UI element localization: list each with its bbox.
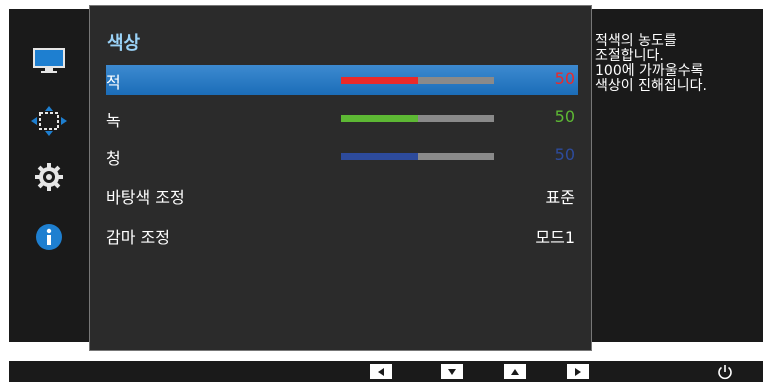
resize-icon[interactable] (31, 103, 67, 139)
gear-icon[interactable] (31, 159, 67, 195)
left-arrow-icon[interactable] (370, 364, 392, 379)
monitor-icon[interactable] (31, 43, 67, 79)
menu-item-gamma[interactable]: 감마 조정 모드1 (106, 220, 578, 250)
button-guide-bar (9, 361, 763, 382)
help-description: 적색의 농도를 조절합니다. 100에 가까울수록 색상이 진해집니다. (595, 34, 760, 94)
menu-item-value: 50 (554, 145, 575, 164)
power-icon[interactable] (715, 362, 735, 382)
description-line: 100에 가까울수록 (595, 63, 704, 79)
green-level-bar[interactable] (341, 115, 494, 122)
description-line: 적색의 농도를 (595, 33, 677, 49)
down-arrow-icon[interactable] (441, 364, 463, 379)
blue-level-bar[interactable] (341, 153, 494, 160)
menu-item-blue[interactable]: 청 50 (106, 141, 578, 171)
menu-item-value: 표준 (545, 188, 575, 207)
menu-item-value: 모드1 (535, 228, 575, 247)
right-arrow-icon[interactable] (567, 364, 589, 379)
menu-item-value: 50 (554, 69, 575, 88)
menu-item-label: 적 (106, 73, 121, 92)
menu-item-green[interactable]: 녹 50 (106, 103, 578, 133)
description-line: 조절합니다. (595, 48, 664, 64)
menu-item-label: 바탕색 조정 (106, 188, 185, 207)
red-level-bar[interactable] (341, 77, 494, 84)
menu-item-value: 50 (554, 107, 575, 126)
menu-item-label: 녹 (106, 111, 121, 130)
info-icon[interactable] (31, 219, 67, 255)
sidebar (9, 9, 89, 342)
menu-item-red[interactable]: 적 50 (106, 65, 578, 95)
menu-title: 색상 (107, 33, 141, 54)
up-arrow-icon[interactable] (504, 364, 526, 379)
color-menu-panel: 색상 적 50 녹 50 청 50 바탕색 조정 표준 감마 조정 모드1 (89, 5, 592, 351)
menu-item-label: 감마 조정 (106, 228, 170, 247)
description-line: 색상이 진해집니다. (595, 78, 707, 94)
menu-item-label: 청 (106, 149, 121, 168)
menu-item-background-color[interactable]: 바탕색 조정 표준 (106, 180, 578, 210)
